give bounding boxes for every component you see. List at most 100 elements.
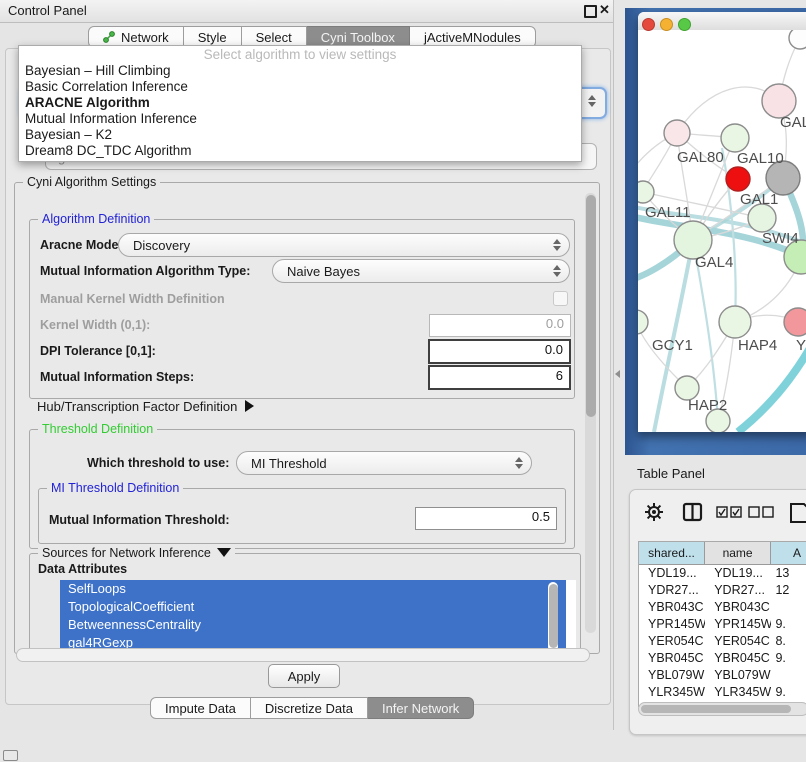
close-icon[interactable]: ✕ bbox=[599, 2, 610, 18]
group-title: Algorithm Definition bbox=[38, 212, 154, 226]
table-cell[interactable]: YPR145W bbox=[705, 616, 771, 633]
traffic-light-close-icon[interactable] bbox=[642, 18, 655, 31]
algorithm-option[interactable]: ARACNE Algorithm bbox=[19, 95, 581, 111]
table-row[interactable]: YLR345WYLR345W9. bbox=[639, 684, 806, 701]
hub-definition-expander[interactable]: Hub/Transcription Factor Definition bbox=[37, 399, 254, 414]
table-cell[interactable]: YBR045C bbox=[639, 650, 705, 667]
column-chooser-icon[interactable] bbox=[682, 502, 704, 522]
table-row[interactable]: YER054CYER054C8. bbox=[639, 633, 806, 650]
expand-right-icon bbox=[245, 400, 254, 412]
settings-hscrollbar[interactable] bbox=[16, 648, 590, 662]
column-header-partial[interactable]: A bbox=[771, 542, 806, 564]
minimized-panel-icon[interactable] bbox=[3, 750, 18, 761]
network-node-gal80[interactable] bbox=[664, 120, 690, 146]
algorithm-option[interactable]: Bayesian – K2 bbox=[19, 127, 581, 143]
table-cell[interactable]: YDR27... bbox=[639, 582, 705, 599]
deselect-all-checkboxes-icon[interactable] bbox=[748, 506, 776, 518]
table-cell[interactable]: 12 bbox=[771, 582, 806, 599]
table-cell[interactable] bbox=[771, 667, 806, 684]
network-node-gal1[interactable] bbox=[748, 204, 776, 232]
table-cell[interactable]: 13 bbox=[771, 565, 806, 582]
apply-button[interactable]: Apply bbox=[268, 664, 340, 688]
manual-kernel-checkbox[interactable] bbox=[553, 291, 568, 306]
table-cell[interactable]: YDL19... bbox=[705, 565, 771, 582]
algorithm-option[interactable]: Bayesian – Hill Climbing bbox=[19, 63, 581, 79]
tab-label: jActiveMNodules bbox=[424, 30, 521, 45]
table-cell[interactable]: 9. bbox=[771, 684, 806, 701]
float-window-icon[interactable] bbox=[584, 5, 597, 18]
settings-vscrollbar[interactable] bbox=[585, 193, 596, 633]
traffic-light-minimize-icon[interactable] bbox=[660, 18, 673, 31]
panel-collapse-handle-icon[interactable] bbox=[615, 370, 620, 378]
network-node[interactable] bbox=[726, 167, 750, 191]
tab-infer-network[interactable]: Infer Network bbox=[368, 697, 474, 719]
attribute-item[interactable]: BetweennessCentrality bbox=[60, 616, 566, 634]
network-node-gcy1[interactable] bbox=[638, 310, 648, 334]
table-cell[interactable]: YPR145W bbox=[639, 616, 705, 633]
table-hscrollbar[interactable] bbox=[638, 702, 806, 716]
table-cell[interactable]: YLR345W bbox=[639, 684, 705, 701]
dpi-tolerance-field[interactable]: 0.0 bbox=[428, 339, 571, 364]
table-row[interactable]: YDR27...YDR27...12 bbox=[639, 582, 806, 599]
table-row[interactable]: YDL19...YDL19...13 bbox=[639, 565, 806, 582]
algorithm-option[interactable]: Mutual Information Inference bbox=[19, 111, 581, 127]
table-cell[interactable]: 8. bbox=[771, 633, 806, 650]
aracne-mode-combobox[interactable]: Discovery bbox=[118, 233, 570, 257]
table-hscrollbar-thumb[interactable] bbox=[641, 705, 791, 713]
settings-vscrollbar-thumb[interactable] bbox=[586, 195, 596, 417]
select-all-checkboxes-icon[interactable] bbox=[716, 506, 744, 518]
group-title: Cyni Algorithm Settings bbox=[23, 175, 160, 189]
table-cell[interactable]: YER054C bbox=[639, 633, 705, 650]
stepper-icon bbox=[515, 457, 523, 469]
algorithm-option[interactable]: Basic Correlation Inference bbox=[19, 79, 581, 95]
table-cell[interactable]: 9. bbox=[771, 650, 806, 667]
table-cell[interactable]: YBR045C bbox=[705, 650, 771, 667]
table-cell[interactable] bbox=[771, 599, 806, 616]
column-header-shared-name[interactable]: shared... bbox=[639, 542, 705, 564]
table-cell[interactable]: YBR043C bbox=[705, 599, 771, 616]
mi-threshold-field[interactable]: 0.5 bbox=[415, 507, 557, 530]
network-node-y[interactable] bbox=[784, 308, 806, 336]
table-cell[interactable]: YBL079W bbox=[705, 667, 771, 684]
kernel-width-field[interactable]: 0.0 bbox=[429, 314, 571, 337]
which-threshold-combobox[interactable]: MI Threshold bbox=[236, 451, 532, 475]
table-row[interactable]: YBL079WYBL079W bbox=[639, 667, 806, 684]
table-row[interactable]: YBR043CYBR043C bbox=[639, 599, 806, 616]
network-canvas[interactable]: GALGAL80GAL10GAL1GAL11GAL4SWI4GCY1HAP4YH… bbox=[638, 30, 806, 432]
table-cell[interactable]: YLR345W bbox=[705, 684, 771, 701]
table-sheet-icon[interactable] bbox=[788, 502, 806, 524]
attribute-item[interactable]: TopologicalCoefficient bbox=[60, 598, 566, 616]
table-body: YDL19...YDL19...13YDR27...YDR27...12YBR0… bbox=[639, 565, 806, 707]
network-node-gal11[interactable] bbox=[638, 181, 654, 203]
node-label: Y bbox=[796, 337, 806, 354]
table-cell[interactable]: YER054C bbox=[705, 633, 771, 650]
which-threshold-value: MI Threshold bbox=[251, 456, 515, 471]
table-cell[interactable]: YBL079W bbox=[639, 667, 705, 684]
attr-list-vscrollbar[interactable] bbox=[548, 582, 558, 652]
algorithm-option[interactable]: Dream8 DC_TDC Algorithm bbox=[19, 143, 581, 159]
mi-steps-label: Mutual Information Steps: bbox=[40, 370, 194, 384]
column-header-name[interactable]: name bbox=[705, 542, 771, 564]
network-node[interactable] bbox=[789, 30, 806, 49]
table-cell[interactable]: 9. bbox=[771, 616, 806, 633]
table-cell[interactable]: YDR27... bbox=[705, 582, 771, 599]
gear-icon[interactable] bbox=[644, 502, 664, 522]
attribute-item[interactable]: SelfLoops bbox=[60, 580, 566, 598]
network-view-window: GALGAL80GAL10GAL1GAL11GAL4SWI4GCY1HAP4YH… bbox=[625, 8, 806, 455]
table-cell[interactable]: YBR043C bbox=[639, 599, 705, 616]
tab-discretize-data[interactable]: Discretize Data bbox=[251, 697, 368, 719]
attr-list-vscrollbar-thumb[interactable] bbox=[549, 584, 558, 648]
network-node-gal[interactable] bbox=[762, 84, 796, 118]
tab-impute-data[interactable]: Impute Data bbox=[150, 697, 251, 719]
table-row[interactable]: YPR145WYPR145W9. bbox=[639, 616, 806, 633]
mi-steps-field[interactable]: 6 bbox=[428, 365, 571, 390]
mi-type-combobox[interactable]: Naive Bayes bbox=[272, 259, 570, 283]
network-node-hap4[interactable] bbox=[719, 306, 751, 338]
sources-expander[interactable]: Sources for Network Inference bbox=[38, 546, 235, 560]
network-titlebar bbox=[638, 12, 806, 30]
network-node-gal10[interactable] bbox=[721, 124, 749, 152]
table-cell[interactable]: YDL19... bbox=[639, 565, 705, 582]
aracne-mode-value: Discovery bbox=[133, 238, 553, 253]
traffic-light-zoom-icon[interactable] bbox=[678, 18, 691, 31]
table-row[interactable]: YBR045CYBR045C9. bbox=[639, 650, 806, 667]
